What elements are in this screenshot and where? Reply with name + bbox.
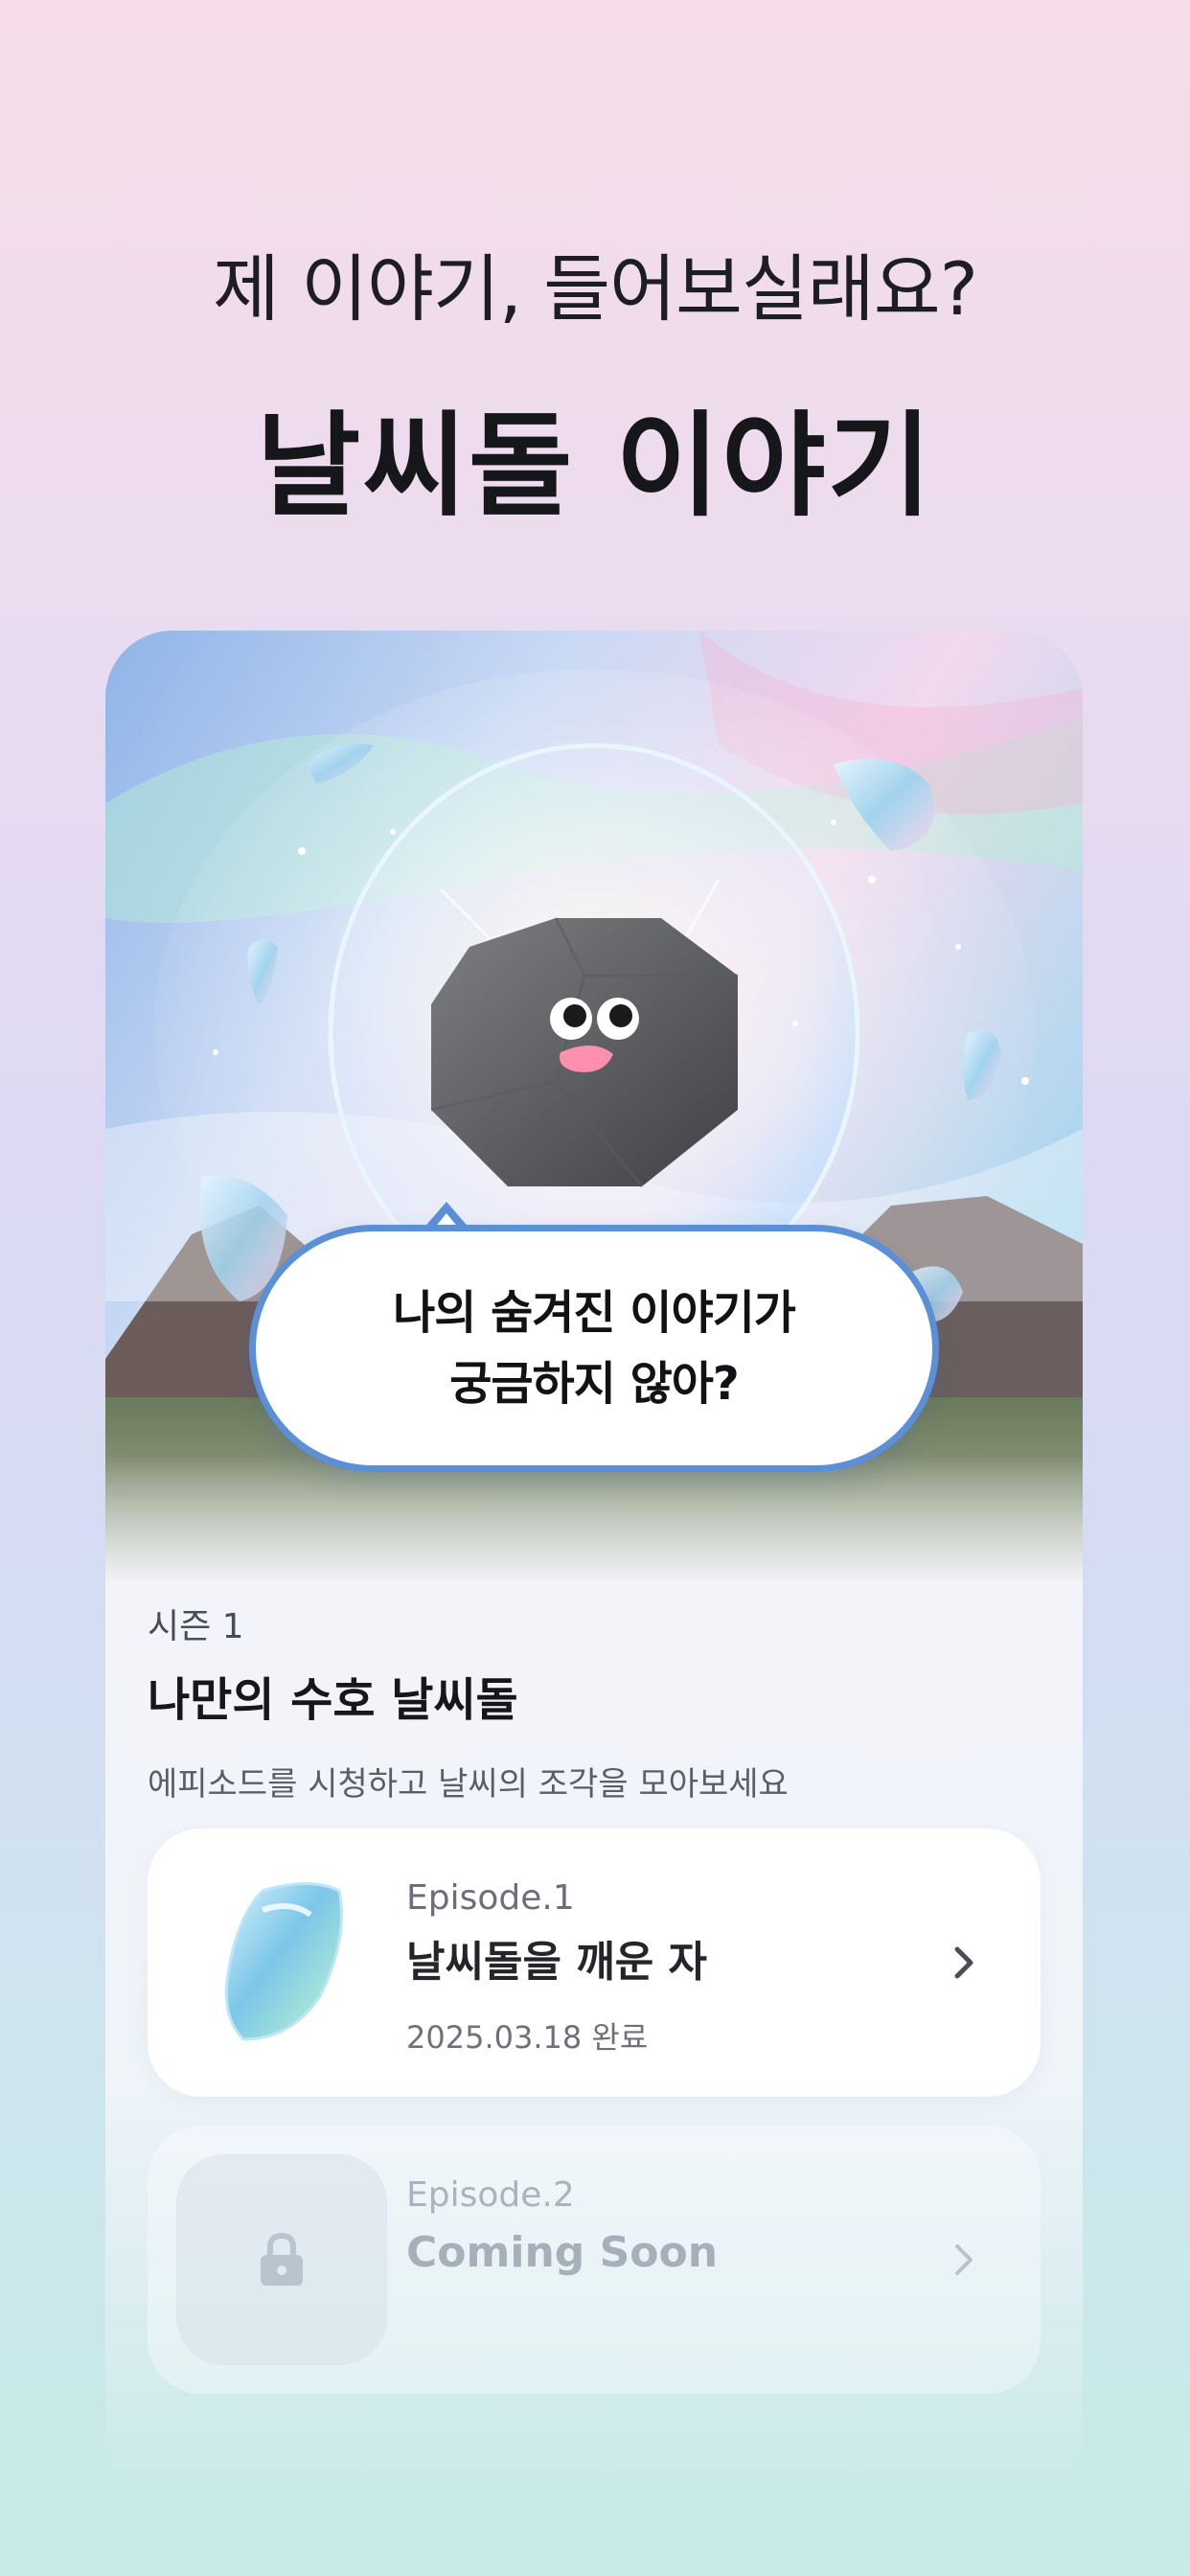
episode-number: Episode.2 xyxy=(406,2175,575,2215)
episode-title: Coming Soon xyxy=(406,2228,719,2277)
episode-text: Episode.1 날씨돌을 깨운 자 2025.03.18 완료 xyxy=(406,1878,707,2058)
episode-title: 날씨돌을 깨운 자 xyxy=(406,1938,707,1987)
page-title: 날씨돌 이야기 xyxy=(256,400,934,532)
chevron-right-icon[interactable] xyxy=(935,2231,993,2288)
hero-fade xyxy=(105,1455,1083,1589)
episode-item-2[interactable]: Episode.2 Coming Soon xyxy=(148,2126,1041,2394)
chevron-right-icon[interactable] xyxy=(935,1934,993,1991)
page-subtitle: 제 이야기, 들어보실래요? xyxy=(212,246,978,332)
episode-thumbnail-locked xyxy=(176,2154,387,2365)
season-label: 시즌 1 xyxy=(148,1607,244,1646)
story-card: 나의 숨겨진 이야기가 궁금하지 않아? 시즌 1 나만의 수호 날씨돌 에피소… xyxy=(105,631,1083,2499)
season-description: 에피소드를 시청하고 날씨의 조각을 모아보세요 xyxy=(148,1765,789,1804)
season-info: 시즌 1 나만의 수호 날씨돌 에피소드를 시청하고 날씨의 조각을 모아보세요 xyxy=(148,1598,789,1805)
season-title: 나만의 수호 날씨돌 xyxy=(148,1673,518,1727)
speech-bubble-line-1: 나의 숨겨진 이야기가 xyxy=(393,1286,796,1340)
episode-date: 2025.03.18 완료 xyxy=(406,2019,649,2056)
page-header: 제 이야기, 들어보실래요? 날씨돌 이야기 xyxy=(0,230,1190,538)
episode-thumbnail xyxy=(176,1857,387,2068)
speech-bubble-line-2: 궁금하지 않아? xyxy=(449,1357,740,1411)
speech-bubble: 나의 숨겨진 이야기가 궁금하지 않아? xyxy=(249,1225,939,1472)
crystal-icon xyxy=(224,1882,343,2041)
episode-item-1[interactable]: Episode.1 날씨돌을 깨운 자 2025.03.18 완료 xyxy=(148,1828,1041,2097)
lock-icon xyxy=(261,2232,303,2286)
episode-text: Episode.2 Coming Soon xyxy=(406,2175,718,2277)
episode-number: Episode.1 xyxy=(406,1878,575,1918)
